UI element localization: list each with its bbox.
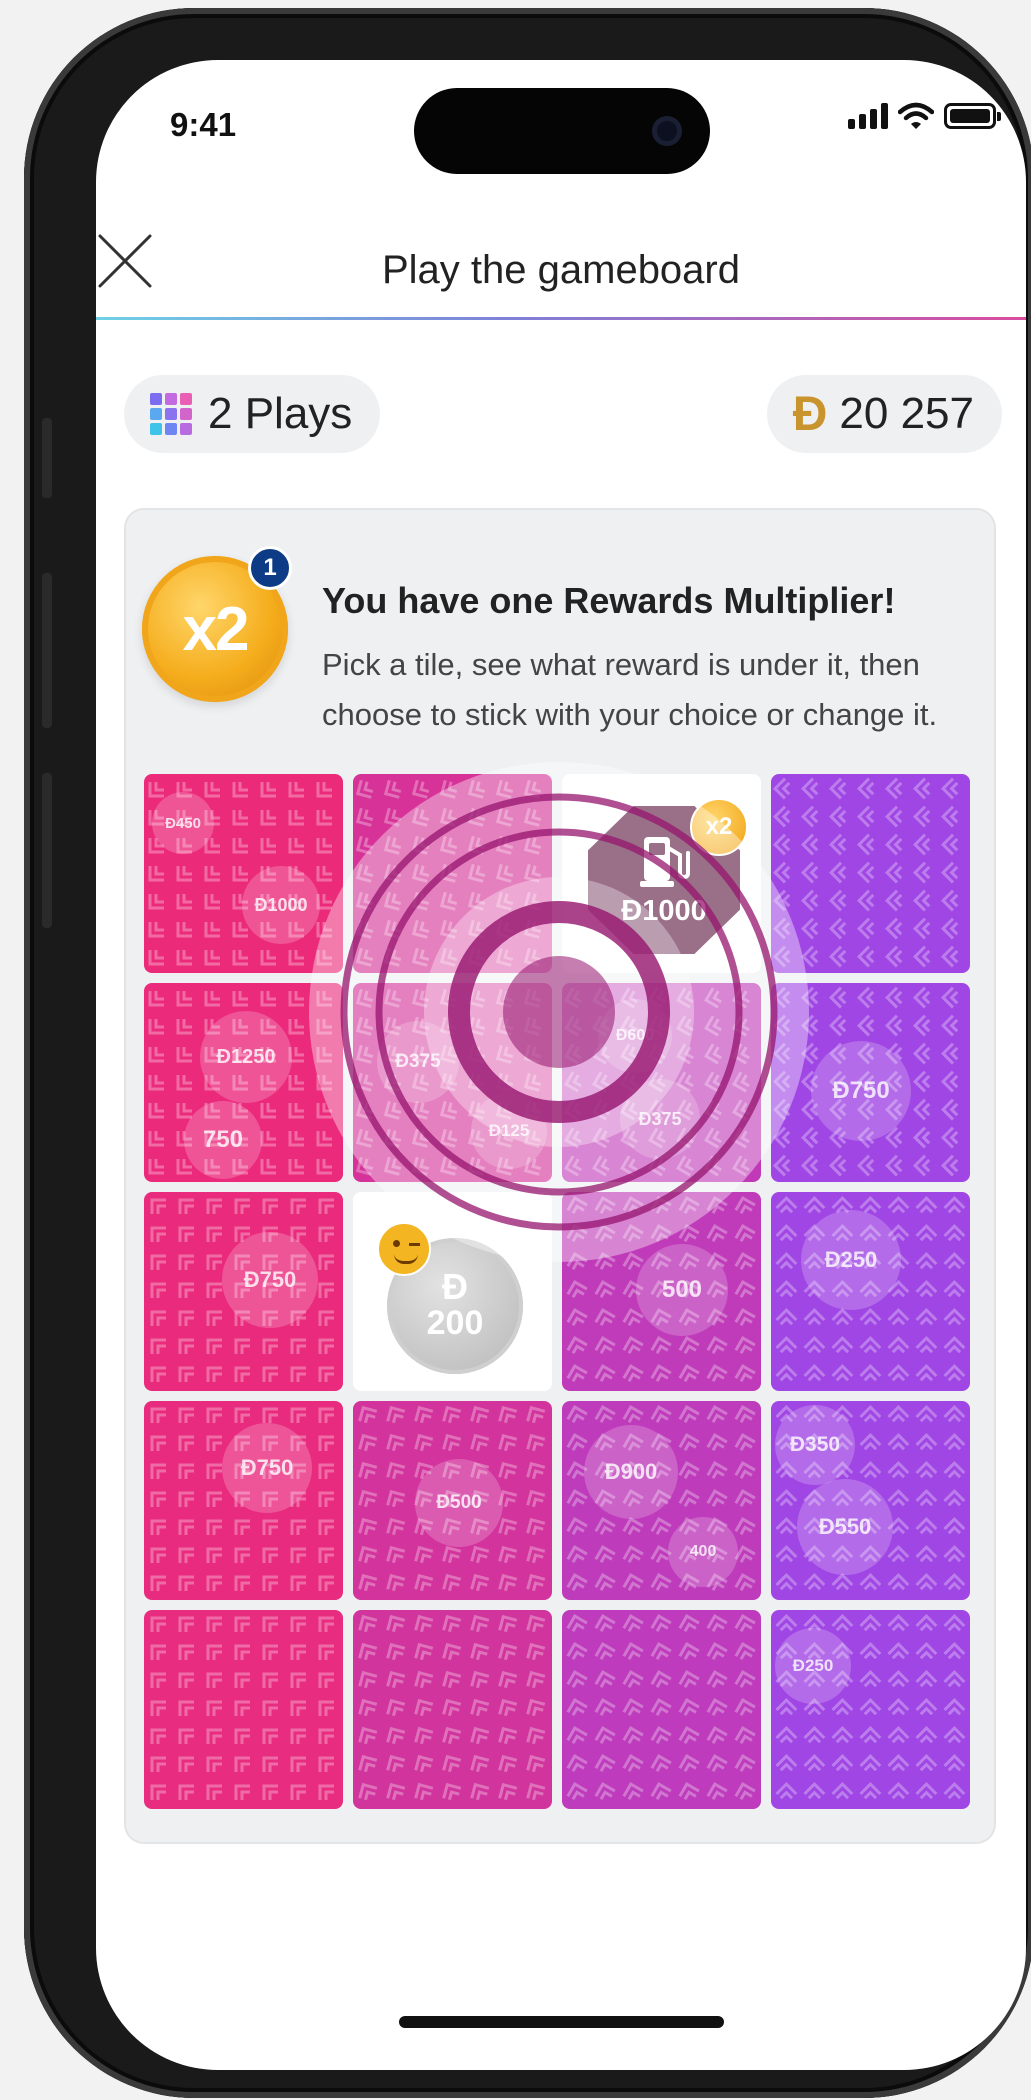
hidden-reward-chip: Ð1000 — [242, 866, 320, 944]
hidden-reward-chip: 500 — [636, 1244, 728, 1336]
multiplier-description: Pick a tile, see what reward is under it… — [322, 647, 938, 732]
hidden-reward-chip: 400 — [668, 1517, 738, 1587]
board-tile[interactable]: 500 — [562, 1192, 761, 1391]
page-title: Play the gameboard — [381, 248, 740, 292]
grid-icon — [150, 393, 192, 435]
board-tile[interactable]: Ð1000 x2 — [562, 774, 761, 973]
board-tile[interactable]: Ð900 400 — [562, 1401, 761, 1600]
tile-pattern — [771, 774, 970, 973]
hidden-reward-chip: Ð750 — [811, 1041, 911, 1141]
hidden-reward-chip: Ð125 — [471, 1093, 547, 1169]
hidden-reward-chip: Ð375 — [377, 1021, 459, 1103]
board-tile[interactable]: Ð600 Ð375 — [562, 983, 761, 1182]
tile-pattern — [144, 1610, 343, 1809]
volume-down-button — [42, 773, 52, 928]
cellular-signal-icon — [848, 103, 888, 129]
hidden-reward-chip: Ð600 — [598, 999, 672, 1073]
board-tile[interactable] — [144, 1610, 343, 1809]
header-divider — [96, 317, 1026, 320]
board-tile[interactable]: Ð450 Ð1000 — [144, 774, 343, 973]
board-tile[interactable]: Ð 200 — [353, 1192, 552, 1391]
prize-value: 200 — [426, 1303, 484, 1342]
status-icons — [848, 102, 1001, 130]
wink-emoji-icon — [377, 1222, 431, 1276]
board-tile[interactable]: Ð350 Ð550 — [771, 1401, 970, 1600]
board-tile[interactable]: Ð1250 750 — [144, 983, 343, 1182]
status-time: 9:41 — [170, 106, 237, 143]
hidden-reward-chip: Ð900 — [584, 1425, 678, 1519]
phone-frame: 9:41 Play the gameboard 2 Plays Ð 20 257… — [24, 8, 1031, 2098]
board-tile[interactable]: Ð750 — [771, 983, 970, 1182]
board-tile[interactable]: Ð500 — [353, 1401, 552, 1600]
hidden-reward-chip: Ð1250 — [200, 1011, 292, 1103]
multiplier-badge-icon: x2 1 — [142, 546, 292, 702]
hidden-reward-chip: Ð450 — [152, 792, 214, 854]
board-tile[interactable]: Ð250 — [771, 1192, 970, 1391]
gameboard-card: x2 1 You have one Rewards Multiplier! Pi… — [124, 508, 996, 1844]
hidden-reward-chip: Ð750 — [222, 1423, 312, 1513]
board-tile[interactable]: Ð250 — [771, 1610, 970, 1809]
board-tile[interactable] — [353, 774, 552, 973]
points-balance: Ð 20 257 — [766, 375, 1002, 453]
board-tile[interactable] — [771, 774, 970, 973]
hidden-reward-chip: Ð250 — [801, 1210, 901, 1310]
battery-icon — [944, 103, 1001, 129]
prize-value: Ð1000 — [621, 894, 707, 927]
plays-counter: 2 Plays — [124, 375, 381, 453]
gameboard-grid: Ð450 Ð1000 Ð1000 x2 Ð1250 750 Ð375 Ð125 Ð600 Ð375… — [144, 774, 978, 1814]
board-tile[interactable] — [562, 1610, 761, 1809]
board-tile[interactable] — [353, 1610, 552, 1809]
volume-up-button — [42, 573, 52, 728]
points-value: 20 257 — [839, 389, 974, 438]
plays-label: 2 Plays — [208, 389, 353, 438]
camera-icon — [652, 116, 682, 146]
tile-pattern — [353, 1610, 552, 1809]
hidden-reward-chip: Ð350 — [775, 1405, 855, 1485]
board-tile[interactable]: Ð375 Ð125 — [353, 983, 552, 1182]
board-tile[interactable]: Ð750 — [144, 1401, 343, 1600]
tile-pattern — [562, 1610, 761, 1809]
hidden-reward-chip: Ð550 — [797, 1479, 893, 1575]
hidden-reward-chip: Ð500 — [415, 1459, 503, 1547]
hidden-reward-chip: Ð250 — [775, 1628, 851, 1704]
multiplier-count-badge: 1 — [248, 546, 292, 590]
board-tile[interactable]: Ð750 — [144, 1192, 343, 1391]
dynamic-island — [414, 88, 710, 174]
multiplier-applied-icon: x2 — [690, 798, 748, 856]
multiplier-label: x2 — [182, 594, 250, 664]
points-coin-icon: Ð — [792, 387, 828, 441]
coin-symbol: Ð — [442, 1265, 468, 1307]
tile-pattern — [353, 774, 552, 973]
multiplier-title: You have one Rewards Multiplier! — [322, 580, 896, 621]
home-indicator — [399, 2016, 724, 2028]
fuel-pump-icon — [640, 836, 690, 887]
wifi-icon — [898, 102, 934, 129]
nav-header: Play the gameboard — [96, 200, 1026, 320]
hidden-reward-chip: Ð750 — [222, 1232, 318, 1328]
hidden-reward-chip: 750 — [184, 1101, 262, 1179]
screen: 9:41 Play the gameboard 2 Plays Ð 20 257… — [96, 60, 1026, 2070]
action-button — [42, 418, 52, 498]
hidden-reward-chip: Ð375 — [620, 1079, 700, 1159]
